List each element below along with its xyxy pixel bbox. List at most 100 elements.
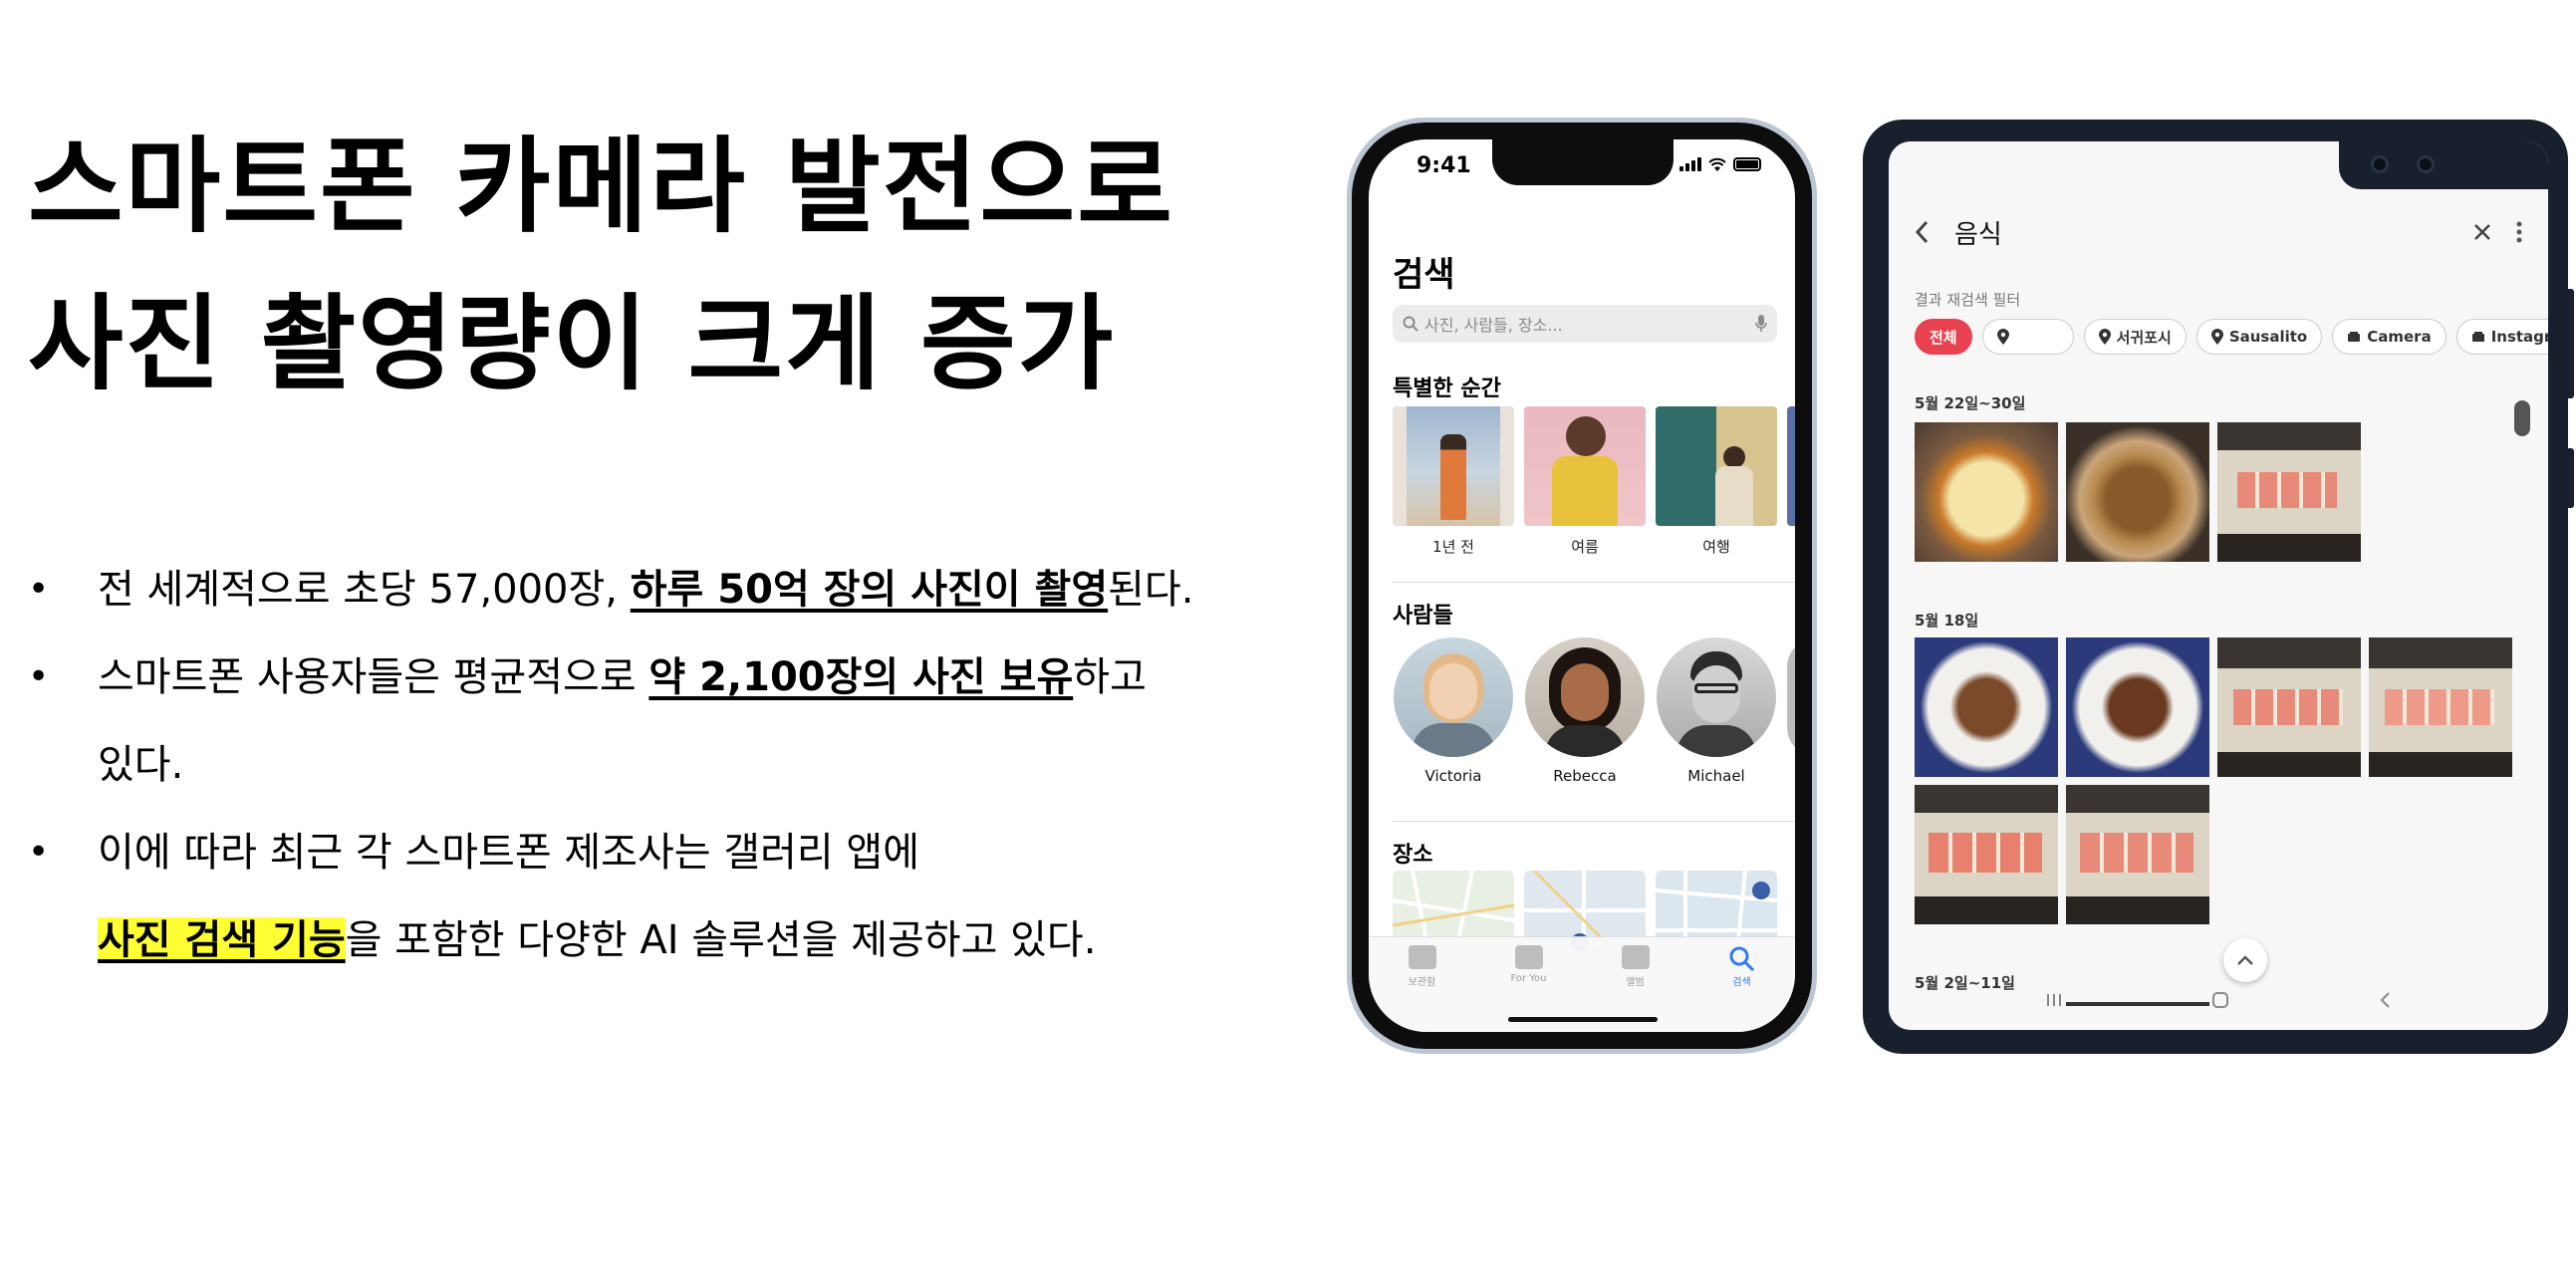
gallery-search-screen: 음식 결과 재검색 필터 전체 서귀포시 Sausalito Camera In… — [1889, 141, 2548, 1030]
photo-grid — [1915, 422, 2512, 562]
location-pin-icon — [2210, 329, 2223, 345]
person-card[interactable]: Victoria — [1393, 637, 1514, 785]
bullet-1-tail: 된다. — [1108, 567, 1194, 613]
moment-caption-2: 여름 — [1571, 538, 1599, 556]
bullet-2-emphasis: 약 2,100장의 사진 보유 — [648, 654, 1074, 700]
photo-grid — [1915, 637, 2512, 924]
search-placeholder: 사진, 사람들, 장소... — [1424, 316, 1563, 335]
moment-thumbnail-2[interactable] — [1524, 406, 1646, 526]
home-indicator — [1508, 1017, 1658, 1022]
photo-thumbnail[interactable] — [1915, 637, 2058, 777]
microphone-icon[interactable] — [1755, 315, 1767, 333]
iphone-mockup: 9:41 검색 사진, 사람들, 장소... 특별한 순간 1년 전 여름 여행… — [1347, 118, 1817, 1054]
tab-library[interactable]: 보관함 — [1378, 945, 1467, 1032]
back-icon[interactable] — [1915, 219, 1931, 245]
location-pin-icon — [1996, 329, 2009, 345]
search-input[interactable]: 사진, 사람들, 장소... — [1393, 305, 1777, 343]
people-row: Victoria Rebecca Michael — [1393, 637, 1795, 785]
photo-thumbnail[interactable] — [2066, 637, 2209, 777]
chip-label: Sausalito — [2228, 328, 2308, 346]
bullet-item-3: • 이에 따라 최근 각 스마트폰 제조사는 갤러리 앱에 사진 검색 기능을 … — [28, 809, 1323, 984]
search-query[interactable]: 음식 — [1954, 214, 2448, 251]
moment-caption-3: 여행 — [1702, 538, 1730, 556]
moment-thumbnail-4[interactable] — [1787, 406, 1795, 526]
section-divider — [1393, 821, 1795, 822]
avatar — [1394, 637, 1513, 757]
section-people-title: 사람들 — [1393, 604, 1453, 629]
status-icons — [1679, 157, 1761, 171]
battery-icon — [1733, 157, 1761, 171]
photo-thumbnail[interactable] — [1915, 785, 2058, 924]
slide-title-line-1: 스마트폰 카메라 발전으로 — [28, 126, 1174, 247]
home-icon[interactable] — [2211, 991, 2229, 1009]
status-time: 9:41 — [1417, 153, 1471, 178]
bullet-item-1: • 전 세계적으로 초당 57,000장, 하루 50억 장의 사진이 촬영된다… — [28, 546, 1323, 634]
slide-title-line-2: 사진 촬영량이 크게 증가 — [28, 283, 1116, 404]
date-header: 5월 22일~30일 — [1915, 394, 2026, 412]
moments-row — [1393, 406, 1795, 526]
photo-thumbnail[interactable] — [2066, 422, 2209, 562]
galaxy-fold-mockup: 음식 결과 재검색 필터 전체 서귀포시 Sausalito Camera In… — [1863, 98, 2574, 1054]
date-header: 5월 18일 — [1915, 612, 1979, 630]
albums-icon — [1621, 945, 1650, 969]
side-button — [2566, 289, 2574, 398]
bullet-3-tail: 을 포함한 다양한 AI 솔루션을 제공하고 있다. — [345, 917, 1097, 963]
tab-search[interactable]: 검색 — [1697, 945, 1787, 1032]
fast-scroll-handle[interactable] — [2514, 400, 2530, 436]
person-card[interactable]: Michael — [1656, 637, 1777, 785]
person-card[interactable]: Rebecca — [1524, 637, 1646, 785]
close-icon[interactable] — [2472, 222, 2492, 242]
chip-location[interactable]: 서귀포시 — [2083, 319, 2187, 355]
tab-label: 보관함 — [1408, 977, 1436, 988]
bullet-1-text: 전 세계적으로 초당 57,000장, — [98, 567, 631, 613]
back-nav-icon[interactable] — [2379, 991, 2391, 1009]
chevron-up-icon — [2237, 955, 2253, 965]
photo-thumbnail[interactable] — [2369, 637, 2512, 777]
search-icon — [1729, 946, 1754, 971]
person-card[interactable] — [1787, 637, 1795, 785]
moment-thumbnail-1[interactable] — [1393, 406, 1514, 526]
chip-album[interactable]: Instagram — [2455, 319, 2548, 355]
bullet-3-highlight: 사진 검색 기능 — [98, 917, 346, 963]
moment-thumbnail-3[interactable] — [1656, 406, 1777, 526]
more-icon[interactable] — [2516, 221, 2522, 243]
bullet-3-continuation: 사진 검색 기능을 포함한 다양한 AI 솔루션을 제공하고 있다. — [98, 896, 1323, 984]
section-places-title: 장소 — [1393, 843, 1433, 868]
search-bar: 음식 — [1889, 197, 2548, 267]
for-you-icon — [1514, 945, 1543, 969]
recents-icon[interactable] — [2046, 992, 2062, 1008]
photo-thumbnail[interactable] — [1915, 422, 2058, 562]
album-icon — [2471, 332, 2484, 342]
camera-lens-icon — [2371, 155, 2389, 173]
photo-thumbnail[interactable] — [2217, 422, 2361, 562]
person-name: Rebecca — [1553, 767, 1617, 785]
iphone-notch — [1492, 139, 1674, 185]
bullet-dot: • — [28, 832, 50, 873]
chip-location[interactable]: Sausalito — [2195, 319, 2323, 355]
side-button — [2566, 448, 2574, 508]
avatar — [1787, 637, 1795, 757]
iphone-photos-search-screen: 9:41 검색 사진, 사람들, 장소... 특별한 순간 1년 전 여름 여행… — [1369, 139, 1795, 1032]
camera-lens-icon — [2417, 155, 2435, 173]
bullet-2-text: 스마트폰 사용자들은 평균적으로 — [98, 654, 649, 700]
chip-album[interactable]: Camera — [2332, 319, 2447, 355]
wifi-icon — [1708, 157, 1726, 171]
chip-location[interactable] — [1981, 319, 2074, 355]
tab-label: 검색 — [1732, 977, 1751, 988]
bullet-item-2: • 스마트폰 사용자들은 평균적으로 약 2,100장의 사진 보유하고 있다. — [28, 634, 1323, 809]
bullet-dot: • — [28, 656, 50, 697]
avatar — [1525, 637, 1645, 757]
slide-title: 스마트폰 카메라 발전으로 사진 촬영량이 크게 증가 — [28, 108, 1283, 422]
moment-caption-1: 1년 전 — [1432, 538, 1474, 556]
bullet-dot: • — [28, 569, 50, 610]
chip-all[interactable]: 전체 — [1915, 319, 1972, 355]
chip-label: Instagram — [2490, 328, 2548, 346]
filter-chips: 전체 서귀포시 Sausalito Camera Instagram — [1915, 319, 2548, 355]
photo-thumbnail[interactable] — [2066, 785, 2209, 924]
photo-thumbnail[interactable] — [2217, 637, 2361, 777]
bullet-1-emphasis: 하루 50억 장의 사진이 촬영 — [630, 567, 1109, 613]
bullet-list: • 전 세계적으로 초당 57,000장, 하루 50억 장의 사진이 촬영된다… — [28, 546, 1323, 984]
bullet-2-continuation: 있다. — [98, 742, 184, 788]
tab-label: 앨범 — [1626, 977, 1645, 988]
camera-cutout — [2339, 141, 2548, 189]
